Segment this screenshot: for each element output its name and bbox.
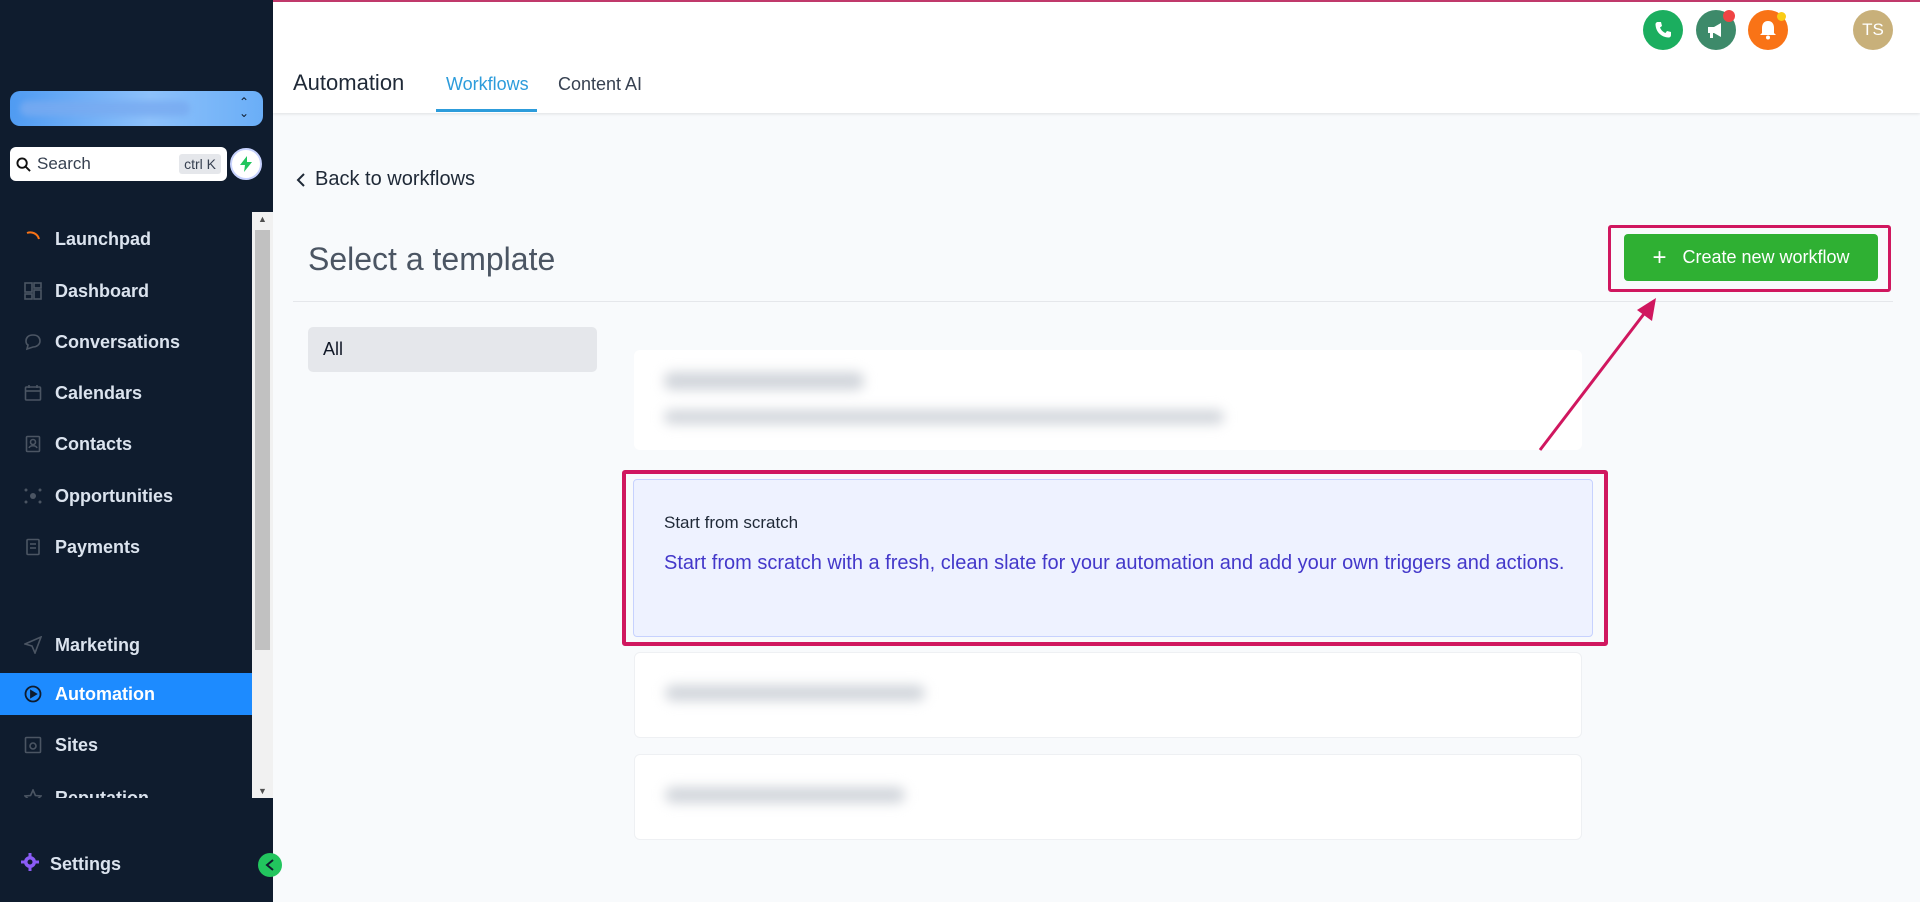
- quick-actions-button[interactable]: [230, 148, 262, 180]
- sidebar-item-label: Conversations: [55, 331, 181, 352]
- collapse-sidebar-button[interactable]: [258, 853, 282, 877]
- send-icon: [22, 634, 44, 656]
- sidebar-item-opportunities[interactable]: Opportunities: [0, 475, 252, 517]
- back-to-workflows-link[interactable]: Back to workflows: [296, 168, 475, 191]
- sidebar-item-contacts[interactable]: Contacts: [0, 423, 252, 465]
- sidebar-item-label: Contacts: [55, 433, 133, 454]
- automation-icon: [22, 683, 44, 705]
- template-card-start-from-scratch[interactable]: Start from scratch Start from scratch wi…: [633, 479, 1593, 637]
- contacts-icon: [22, 433, 44, 455]
- search-shortcut: ctrl K: [179, 154, 221, 174]
- sidebar-item-payments[interactable]: Payments: [0, 526, 252, 568]
- chevron-up-down-icon: ⌃ ⌄: [238, 95, 249, 120]
- sidebar-item-settings[interactable]: Settings: [20, 852, 121, 877]
- notification-dot: [1777, 12, 1786, 21]
- phone-icon: [1655, 22, 1671, 38]
- sidebar: ⌃ ⌄ Search ctrl K Launchpad Dashboard Con…: [0, 0, 273, 902]
- plus-icon: +: [1652, 243, 1667, 271]
- payments-icon: [22, 536, 44, 558]
- sidebar-item-launchpad[interactable]: Launchpad: [0, 218, 252, 260]
- sidebar-item-label: Opportunities: [55, 485, 173, 506]
- notification-dot: [1723, 10, 1735, 22]
- phone-button[interactable]: [1643, 10, 1683, 50]
- blurred-text: [665, 787, 905, 803]
- account-switcher[interactable]: ⌃ ⌄: [10, 91, 263, 126]
- lightning-icon: [240, 156, 252, 172]
- tab-content-ai[interactable]: Content AI: [558, 74, 642, 95]
- notifications-button[interactable]: [1748, 10, 1788, 50]
- sidebar-item-label: Launchpad: [55, 228, 152, 249]
- sidebar-item-label: Payments: [55, 536, 141, 557]
- chevron-left-icon: [296, 172, 305, 187]
- chevron-left-icon: [265, 859, 274, 871]
- announcements-button[interactable]: [1696, 10, 1736, 50]
- sidebar-item-label: Reputation: [55, 787, 149, 799]
- dashboard-icon: [22, 280, 44, 302]
- template-card-blurred[interactable]: [634, 652, 1582, 738]
- blurred-text: [665, 685, 925, 701]
- sidebar-item-label: Dashboard: [55, 280, 150, 301]
- active-tab-indicator: [436, 109, 537, 112]
- sidebar-item-label: Sites: [55, 734, 99, 755]
- template-card-blurred[interactable]: [634, 754, 1582, 840]
- avatar[interactable]: TS: [1853, 10, 1893, 50]
- sidebar-item-dashboard[interactable]: Dashboard: [0, 270, 252, 312]
- sidebar-item-calendars[interactable]: Calendars: [0, 372, 252, 414]
- blurred-text: [664, 410, 1224, 424]
- sidebar-item-sites[interactable]: Sites: [0, 724, 252, 766]
- sidebar-item-reputation[interactable]: Reputation: [0, 777, 252, 798]
- search-input[interactable]: Search ctrl K: [10, 147, 227, 181]
- top-header: Automation Workflows Content AI TS: [273, 0, 1920, 113]
- blurred-text: [664, 372, 864, 390]
- gear-icon: [20, 852, 40, 877]
- page-title: Select a template: [308, 241, 556, 277]
- create-button-label: Create new workflow: [1682, 247, 1850, 267]
- search-label: Search: [37, 154, 91, 173]
- template-description: Start from scratch with a fresh, clean s…: [664, 552, 1565, 574]
- star-icon: [22, 787, 44, 798]
- opportunities-icon: [22, 485, 44, 507]
- sidebar-item-label: Marketing: [55, 634, 141, 655]
- sidebar-item-label: Calendars: [55, 382, 143, 403]
- back-label: Back to workflows: [315, 168, 476, 190]
- settings-label: Settings: [50, 854, 122, 874]
- template-card-blurred[interactable]: [634, 350, 1582, 450]
- megaphone-icon: [1708, 23, 1721, 38]
- template-title: Start from scratch: [664, 513, 799, 532]
- scroll-up-arrow-icon[interactable]: ▲: [258, 214, 267, 224]
- calendar-icon: [22, 382, 44, 404]
- sites-icon: [22, 734, 44, 756]
- sidebar-item-automation[interactable]: Automation: [0, 673, 252, 715]
- sidebar-nav: Launchpad Dashboard Conversations Calend…: [0, 212, 252, 798]
- create-new-workflow-button[interactable]: + Create new workflow: [1624, 234, 1878, 281]
- sidebar-item-label: Automation: [55, 683, 155, 704]
- sidebar-item-conversations[interactable]: Conversations: [0, 321, 252, 363]
- chat-icon: [22, 331, 44, 353]
- page-section-title: Automation: [293, 70, 405, 95]
- scrollbar-thumb[interactable]: [255, 230, 270, 650]
- bell-icon: [1760, 21, 1776, 40]
- sidebar-item-marketing[interactable]: Marketing: [0, 624, 252, 666]
- sidebar-scrollbar[interactable]: ▲ ▼: [252, 212, 273, 798]
- annotation-arrow-icon: [1538, 298, 1656, 451]
- search-icon: [16, 156, 31, 172]
- scroll-down-arrow-icon[interactable]: ▼: [258, 786, 267, 796]
- launchpad-icon: [22, 228, 44, 250]
- category-all[interactable]: All: [308, 327, 597, 372]
- tab-workflows[interactable]: Workflows: [446, 74, 529, 95]
- account-name-redacted: [20, 101, 190, 116]
